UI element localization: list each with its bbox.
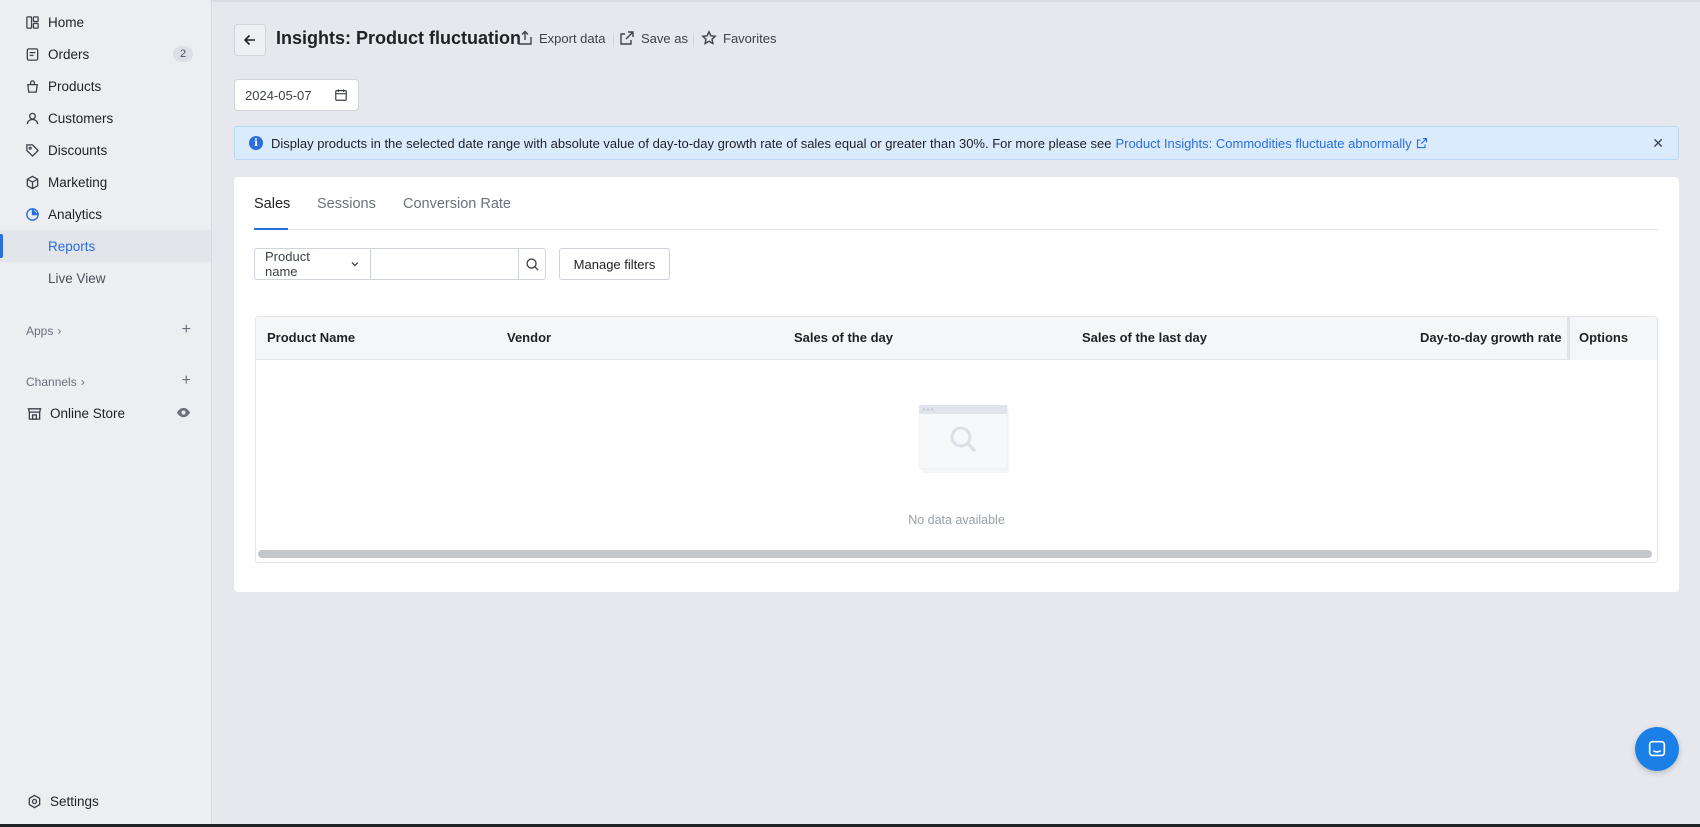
table-header: Product Name Vendor Sales of the day Sal… [256,317,1657,360]
add-app-plus-icon[interactable]: + [182,322,191,338]
sidebar-item-label: Settings [50,793,99,809]
sidebar-item-products[interactable]: Products [0,70,211,102]
tag-bag-icon [24,78,40,94]
sidebar-item-live-view[interactable]: Live View [0,262,211,294]
export-data-label: Export data [539,30,606,46]
options-column-header: Options [1567,317,1657,360]
banner-help-link[interactable]: Product Insights: Commodities fluctuate … [1115,136,1427,151]
empty-state-illustration [919,405,1009,473]
banner-text: Display products in the selected date ra… [271,135,1112,151]
sidebar-item-settings[interactable]: Settings [0,785,211,817]
favorites-label: Favorites [723,30,777,46]
sidebar-item-marketing[interactable]: Marketing [0,166,211,198]
sidebar-item-label: Orders [48,46,90,62]
page-title: Insights: Product fluctuation [276,28,521,48]
chevron-right-icon: › [80,375,85,389]
tab-sessions[interactable]: Sessions [317,196,376,212]
sidebar-item-home[interactable]: Home [0,6,211,38]
back-button[interactable] [234,24,266,56]
sidebar-item-label: Products [48,78,102,94]
report-card: Sales Sessions Conversion Rate Product n… [234,177,1679,592]
export-icon [518,30,532,45]
external-link-icon [620,31,634,45]
chevron-right-icon: › [57,324,62,338]
column-header-vendor[interactable]: Vendor [507,330,551,345]
analytics-pie-icon [24,206,40,222]
sidebar-item-orders[interactable]: Orders 2 [0,38,211,70]
sidebar-item-label: Online Store [50,405,126,421]
store-icon [26,405,42,421]
add-channel-plus-icon[interactable]: + [182,373,191,389]
manage-filters-button[interactable]: Manage filters [559,248,670,280]
sidebar-item-analytics[interactable]: Analytics [0,198,211,230]
sidebar-item-label: Live View [48,270,106,286]
gear-icon [26,793,42,809]
chat-support-button[interactable] [1635,727,1679,771]
marketing-icon [24,174,40,190]
save-as-button[interactable]: Save as [619,30,688,46]
apps-section-toggle[interactable]: Apps › [26,324,61,338]
column-header-options: Options [1579,330,1629,345]
sidebar-item-label: Home [48,14,85,30]
channels-section-toggle[interactable]: Channels › [26,375,85,389]
sidebar-item-online-store[interactable]: Online Store [0,397,211,429]
sidebar-item-label: Reports [48,238,96,254]
banner-link-label: Product Insights: Commodities fluctuate … [1115,135,1412,151]
info-banner: i Display products in the selected date … [234,126,1679,160]
header-divider [693,33,694,47]
person-icon [24,110,40,126]
horizontal-scrollbar[interactable] [258,550,1652,558]
date-value: 2024-05-07 [245,87,312,103]
top-border [0,0,1700,2]
tab-conversion-rate[interactable]: Conversion Rate [403,196,511,212]
info-icon: i [249,136,263,150]
chevron-down-icon [351,262,359,267]
products-table: Product Name Vendor Sales of the day Sal… [255,316,1658,563]
orders-count-badge: 2 [173,46,193,62]
arrow-left-icon [243,34,255,46]
save-as-label: Save as [641,30,688,46]
sidebar-item-label: Customers [48,110,114,126]
search-input[interactable] [370,248,519,280]
calendar-icon [335,89,347,101]
filter-field-select[interactable]: Product name [254,248,371,280]
home-icon [24,14,40,30]
date-picker[interactable]: 2024-05-07 [234,79,359,111]
close-icon[interactable]: ✕ [1652,135,1664,152]
sidebar-item-label: Discounts [48,142,108,158]
search-button[interactable] [518,248,546,280]
tab-bar: Sales Sessions Conversion Rate [254,177,1658,230]
empty-state-text: No data available [908,513,1005,527]
tab-sales[interactable]: Sales [254,196,290,212]
sidebar-item-reports[interactable]: Reports [0,230,211,262]
column-header-sales-of-day[interactable]: Sales of the day [794,330,893,345]
favorites-button[interactable]: Favorites [701,30,776,46]
apps-label: Apps [26,324,54,338]
star-icon [701,30,717,45]
sidebar-item-customers[interactable]: Customers [0,102,211,134]
search-icon [525,257,539,271]
active-tab-indicator [254,228,288,230]
discount-tag-icon [24,142,40,158]
column-header-product-name[interactable]: Product Name [267,330,355,345]
header-divider [613,33,614,47]
eye-icon[interactable] [176,405,191,423]
channels-label: Channels [26,375,77,389]
export-data-button[interactable]: Export data [517,30,606,46]
orders-icon [24,46,40,62]
sidebar-item-label: Marketing [48,174,108,190]
sidebar: Home Orders 2 Products Customers Discoun… [0,0,212,824]
column-header-growth-rate[interactable]: Day-to-day growth rate [1420,330,1562,345]
filter-field-label: Product name [265,249,310,279]
chat-icon [1648,740,1666,757]
sidebar-item-discounts[interactable]: Discounts [0,134,211,166]
column-header-sales-last-day[interactable]: Sales of the last day [1082,330,1207,345]
sidebar-item-label: Analytics [48,206,103,222]
external-link-icon [1416,137,1427,149]
